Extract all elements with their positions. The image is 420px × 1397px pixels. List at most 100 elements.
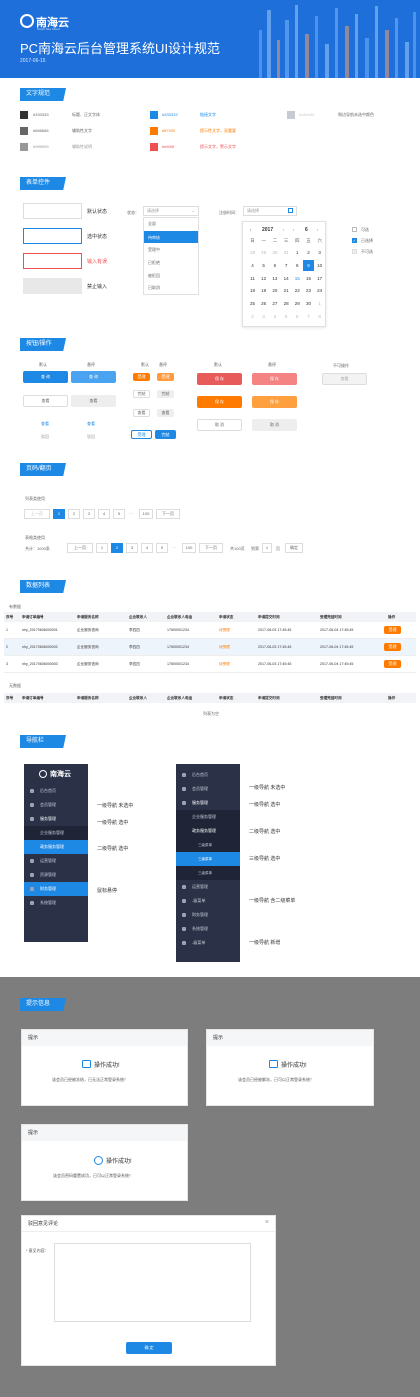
input-default[interactable]	[23, 203, 82, 219]
cal-day[interactable]: 15	[292, 273, 303, 284]
save-button[interactable]: 保 存	[197, 396, 242, 408]
query-button[interactable]: 查 询	[23, 371, 68, 383]
page-4[interactable]: 4	[141, 543, 153, 553]
sidebar-item[interactable]: 三级菜单	[176, 866, 240, 880]
cal-day[interactable]: 2	[303, 247, 314, 258]
sidebar-item[interactable]: 运营管理	[176, 880, 240, 894]
prev-page-button[interactable]: 上一页	[67, 543, 93, 553]
status-option[interactable]: 已取消	[148, 285, 160, 291]
cal-day[interactable]: 27	[269, 298, 280, 309]
date-input[interactable]: 请选择	[243, 206, 297, 216]
checkbox-checked-icon[interactable]: ✓	[352, 238, 357, 243]
cal-day[interactable]: 17	[314, 273, 325, 284]
cal-day[interactable]: 22	[292, 285, 303, 296]
status-select[interactable]: 请选择 ⌄	[143, 206, 199, 216]
checkbox-available[interactable]	[352, 227, 357, 232]
link-view-hover[interactable]: 查看	[87, 421, 95, 427]
sidebar-item[interactable]: 政务服务管理	[176, 824, 240, 838]
cancel-button-hover[interactable]: 取 消	[252, 419, 297, 431]
cal-day[interactable]: 8	[292, 260, 303, 271]
cal-day[interactable]: 5	[281, 311, 292, 322]
goto-confirm-button[interactable]: 确定	[285, 543, 303, 553]
next-page-button[interactable]: 下一页	[156, 509, 180, 519]
cal-day[interactable]: 29	[258, 247, 269, 258]
status-option[interactable]: 全部	[148, 221, 156, 227]
sidebar-item[interactable]: 政务服务管理	[24, 840, 88, 854]
cal-day[interactable]: 30	[303, 298, 314, 309]
cal-day[interactable]: 7	[303, 311, 314, 322]
dialog-confirm-button[interactable]: 确 定	[126, 1342, 172, 1354]
save-button-red[interactable]: 保 存	[197, 373, 242, 385]
cal-day[interactable]: 19	[258, 285, 269, 296]
cal-day[interactable]: 12	[258, 273, 269, 284]
cal-day[interactable]: 13	[269, 273, 280, 284]
close-icon[interactable]: ×	[265, 1219, 269, 1226]
cal-day[interactable]: 25	[247, 298, 258, 309]
cal-day[interactable]: 5	[258, 260, 269, 271]
link-reject[interactable]: 驳回	[41, 434, 49, 440]
view-button[interactable]: 查看	[23, 395, 68, 407]
sidebar-item[interactable]: -级菜单	[176, 894, 240, 908]
cal-day[interactable]: 1	[314, 298, 325, 309]
view-button-hover[interactable]: 查看	[71, 395, 116, 407]
sidebar-item[interactable]: 企业服务管理	[24, 826, 88, 840]
cal-day[interactable]: 9	[303, 259, 314, 271]
status-option[interactable]: 已拒绝	[148, 260, 160, 266]
query-button-hover[interactable]: 查 询	[71, 371, 116, 383]
cal-day[interactable]: 26	[258, 298, 269, 309]
goto-page-input[interactable]: 1	[262, 543, 272, 553]
tab-accept[interactable]: 受理	[131, 430, 152, 439]
page-last[interactable]: 100	[182, 543, 196, 553]
input-error[interactable]	[23, 253, 82, 269]
row-accept-button[interactable]: 受理	[384, 626, 401, 634]
cal-day[interactable]: 21	[281, 285, 292, 296]
prev-page-button[interactable]: 上一页	[24, 509, 50, 519]
save-button-red-hover[interactable]: 保 存	[252, 373, 297, 385]
sidebar-item[interactable]: 企业服务管理	[176, 810, 240, 824]
page-4[interactable]: 4	[98, 509, 110, 519]
link-view[interactable]: 查看	[41, 421, 49, 427]
small-accept-button-hover[interactable]: 受理	[157, 373, 174, 381]
cal-day[interactable]: 16	[303, 273, 314, 284]
cal-day[interactable]: 29	[292, 298, 303, 309]
page-1[interactable]: 1	[96, 543, 108, 553]
small-accept-button[interactable]: 受理	[133, 373, 150, 381]
prev-month-icon[interactable]: ‹	[293, 227, 294, 232]
sidebar-item[interactable]: 后台首页	[24, 784, 88, 798]
input-focused[interactable]	[23, 228, 82, 244]
sidebar-item[interactable]: 资源管理	[24, 868, 88, 882]
page-2[interactable]: 2	[68, 509, 80, 519]
cal-day[interactable]: 4	[269, 311, 280, 322]
cal-day[interactable]: 18	[247, 285, 258, 296]
page-5[interactable]: 5	[113, 509, 125, 519]
cal-day[interactable]: 1	[292, 247, 303, 258]
prev-year-icon[interactable]: ‹	[250, 227, 251, 232]
small-finish-button-hover[interactable]: 完结	[157, 390, 174, 398]
sidebar-item[interactable]: 服务管理	[176, 796, 240, 810]
cal-day[interactable]: 14	[281, 273, 292, 284]
status-option[interactable]: 受理中	[148, 247, 160, 253]
cal-day[interactable]: 28	[247, 247, 258, 258]
row-accept-button[interactable]: 受理	[384, 660, 401, 668]
comment-textarea[interactable]	[54, 1243, 251, 1322]
cal-day[interactable]: 28	[281, 298, 292, 309]
next-year-icon[interactable]: ›	[283, 227, 284, 232]
page-1[interactable]: 1	[53, 509, 65, 519]
cal-day[interactable]: 20	[269, 285, 280, 296]
save-button-hover[interactable]: 保 存	[252, 396, 297, 408]
page-last[interactable]: 100	[139, 509, 153, 519]
sidebar-item[interactable]: 财务管理	[24, 882, 88, 896]
sidebar-item[interactable]: 系统管理	[176, 922, 240, 936]
next-month-icon[interactable]: ›	[317, 227, 318, 232]
small-finish-button[interactable]: 完结	[133, 390, 150, 398]
row-accept-button[interactable]: 受理	[384, 643, 401, 651]
cal-day[interactable]: 3	[314, 247, 325, 258]
page-3[interactable]: 3	[126, 543, 138, 553]
cancel-button[interactable]: 取 消	[197, 419, 242, 431]
cal-day[interactable]: 23	[303, 285, 314, 296]
next-page-button[interactable]: 下一页	[199, 543, 223, 553]
cal-day[interactable]: 30	[269, 247, 280, 258]
cal-day[interactable]: 7	[281, 260, 292, 271]
page-2[interactable]: 2	[111, 543, 123, 553]
cal-day[interactable]: 10	[314, 260, 325, 271]
